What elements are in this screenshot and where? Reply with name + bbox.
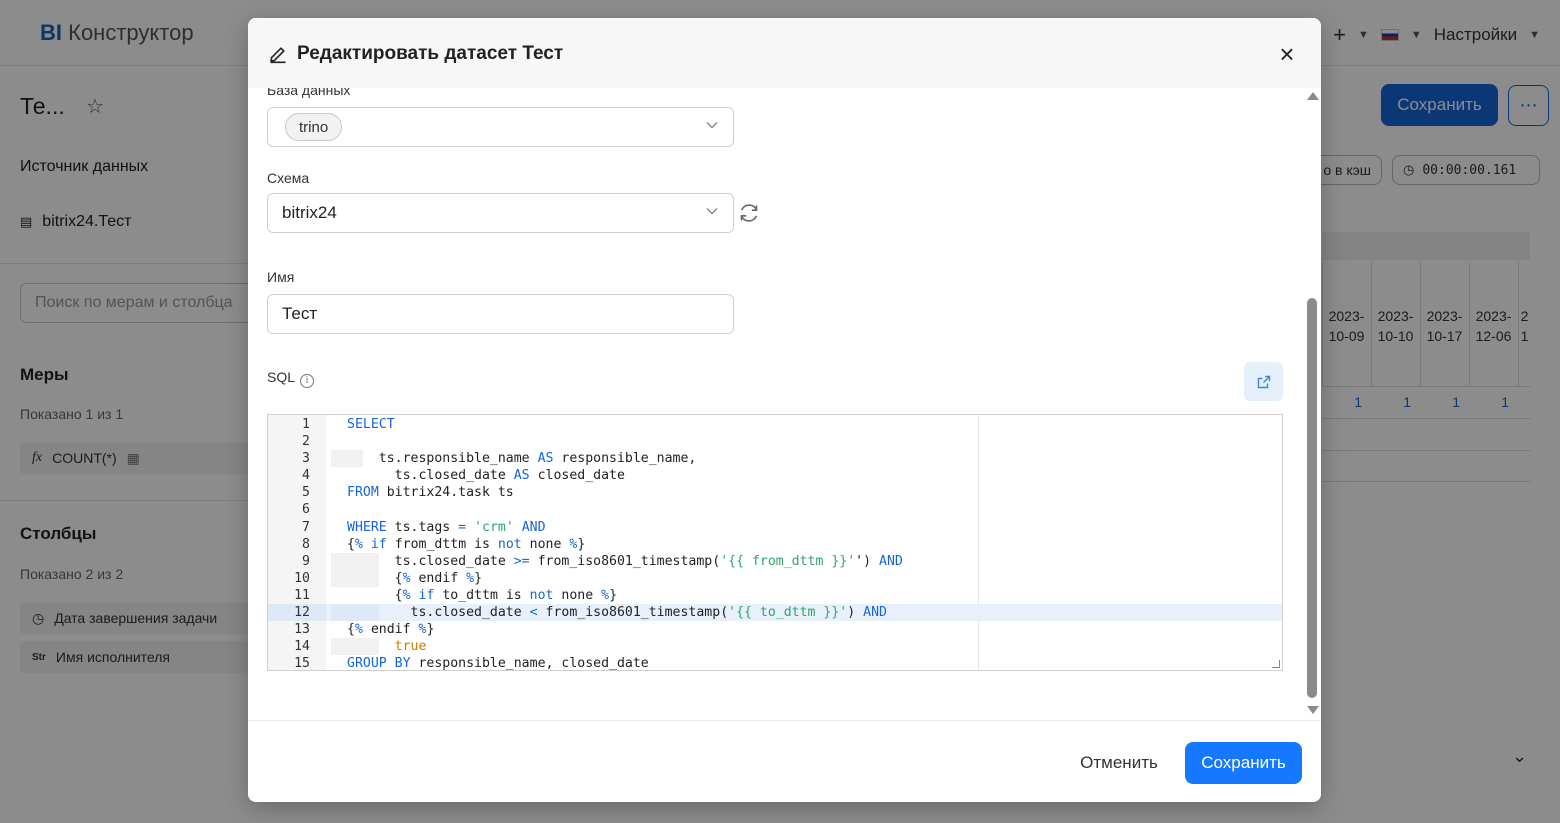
- sql-label: SQL i: [267, 369, 315, 388]
- line-number: 12: [268, 604, 326, 622]
- line-number: 14: [268, 638, 326, 656]
- scroll-down-arrow[interactable]: [1307, 706, 1319, 714]
- line-number: 6: [268, 501, 326, 519]
- sql-editor[interactable]: 1 SELECT 2 3 ts.responsible_name AS respo…: [267, 414, 1283, 671]
- scroll-up-arrow[interactable]: [1307, 92, 1319, 100]
- code-line: 14 true: [268, 638, 1282, 656]
- line-number: 8: [268, 535, 326, 553]
- line-number: 9: [268, 552, 326, 570]
- code-line: 9 ts.closed_date >= from_iso8601_timesta…: [268, 552, 1282, 570]
- info-icon[interactable]: i: [300, 374, 315, 388]
- refresh-icon[interactable]: [737, 201, 761, 225]
- code-line: 3 ts.responsible_name AS responsible_nam…: [268, 450, 1282, 468]
- resize-handle[interactable]: [1272, 660, 1280, 668]
- schema-label: Схема: [267, 170, 310, 186]
- save-button[interactable]: Сохранить: [1185, 742, 1302, 784]
- line-number: 2: [268, 433, 326, 451]
- code-line: 15 GROUP BY responsible_name, closed_date: [268, 655, 1282, 671]
- code-line: 2: [268, 433, 1282, 451]
- database-tag-label: trino: [299, 118, 329, 136]
- cancel-button[interactable]: Отменить: [1067, 742, 1171, 784]
- code-text: ts.closed_date >= from_iso8601_timestamp…: [347, 553, 903, 569]
- code-line: 6: [268, 501, 1282, 519]
- line-number: 10: [268, 569, 326, 587]
- code-text: ts.closed_date < from_iso8601_timestamp(…: [347, 605, 887, 621]
- code-text: ts.responsible_name AS responsible_name,: [347, 451, 697, 467]
- code-line: 7 WHERE ts.tags = 'crm' AND: [268, 518, 1282, 536]
- code-text: {% if to_dttm is not none %}: [347, 587, 618, 603]
- modal-title: Редактировать датасет Тест: [297, 43, 564, 64]
- line-number: 11: [268, 586, 326, 605]
- code-text: {% if from_dttm is not none %}: [347, 536, 586, 552]
- sql-label-text: SQL: [267, 369, 296, 385]
- code-text: WHERE ts.tags = 'crm' AND: [347, 519, 546, 535]
- line-number: 1: [268, 416, 326, 434]
- scrollbar-thumb[interactable]: [1307, 298, 1317, 698]
- modal-footer: Отменить Сохранить: [248, 720, 1321, 802]
- schema-select[interactable]: bitrix24: [267, 193, 734, 233]
- modal-header: Редактировать датасет Тест ×: [248, 18, 1321, 88]
- database-label: База данных: [267, 88, 351, 98]
- name-input[interactable]: Тест: [267, 294, 734, 334]
- line-number: 3: [268, 450, 326, 468]
- line-number: 7: [268, 518, 326, 536]
- database-select[interactable]: trino: [267, 107, 734, 147]
- pencil-icon: [270, 47, 286, 64]
- code-text: FROM bitrix24.task ts: [347, 485, 514, 501]
- code-line: 5 FROM bitrix24.task ts: [268, 484, 1282, 502]
- schema-value: bitrix24: [282, 203, 337, 222]
- code-text: {% endif %}: [347, 622, 435, 638]
- code-line: 1 SELECT: [268, 416, 1282, 434]
- code-text: {% endif %}: [347, 570, 483, 586]
- code-text: true: [394, 639, 427, 655]
- code-line: 4 ts.closed_date AS closed_date: [268, 467, 1282, 485]
- edit-dataset-modal: Редактировать датасет Тест × База данных…: [248, 18, 1321, 802]
- close-button[interactable]: ×: [1274, 41, 1300, 68]
- code-line-active: 12 ts.closed_date < from_iso8601_timesta…: [268, 604, 1282, 622]
- code-line: 10 {% endif %}: [268, 569, 1282, 587]
- database-tag: trino: [285, 113, 343, 141]
- open-editor-button[interactable]: [1244, 362, 1283, 401]
- chevron-down-icon: [706, 122, 718, 129]
- code-line: 13 {% endif %}: [268, 621, 1282, 639]
- code-line: 8 {% if from_dttm is not none %}: [268, 535, 1282, 553]
- code-text: GROUP BY responsible_name, closed_date: [347, 656, 649, 671]
- line-number: 13: [268, 621, 326, 639]
- code-lines: 1 SELECT 2 3 ts.responsible_name AS respo…: [268, 416, 1282, 671]
- code-line: 11 {% if to_dttm is not none %}: [268, 586, 1282, 605]
- name-label: Имя: [267, 269, 295, 285]
- line-number: 4: [268, 467, 326, 485]
- line-number: 5: [268, 484, 326, 502]
- code-text: SELECT: [347, 417, 395, 432]
- external-link-icon: [1257, 375, 1270, 388]
- chevron-down-icon: [706, 208, 718, 215]
- code-text: ts.closed_date AS closed_date: [347, 468, 625, 484]
- line-number: 15: [268, 655, 326, 670]
- modal-body: База данных trino Схема bitrix24 Имя Тес…: [248, 88, 1321, 720]
